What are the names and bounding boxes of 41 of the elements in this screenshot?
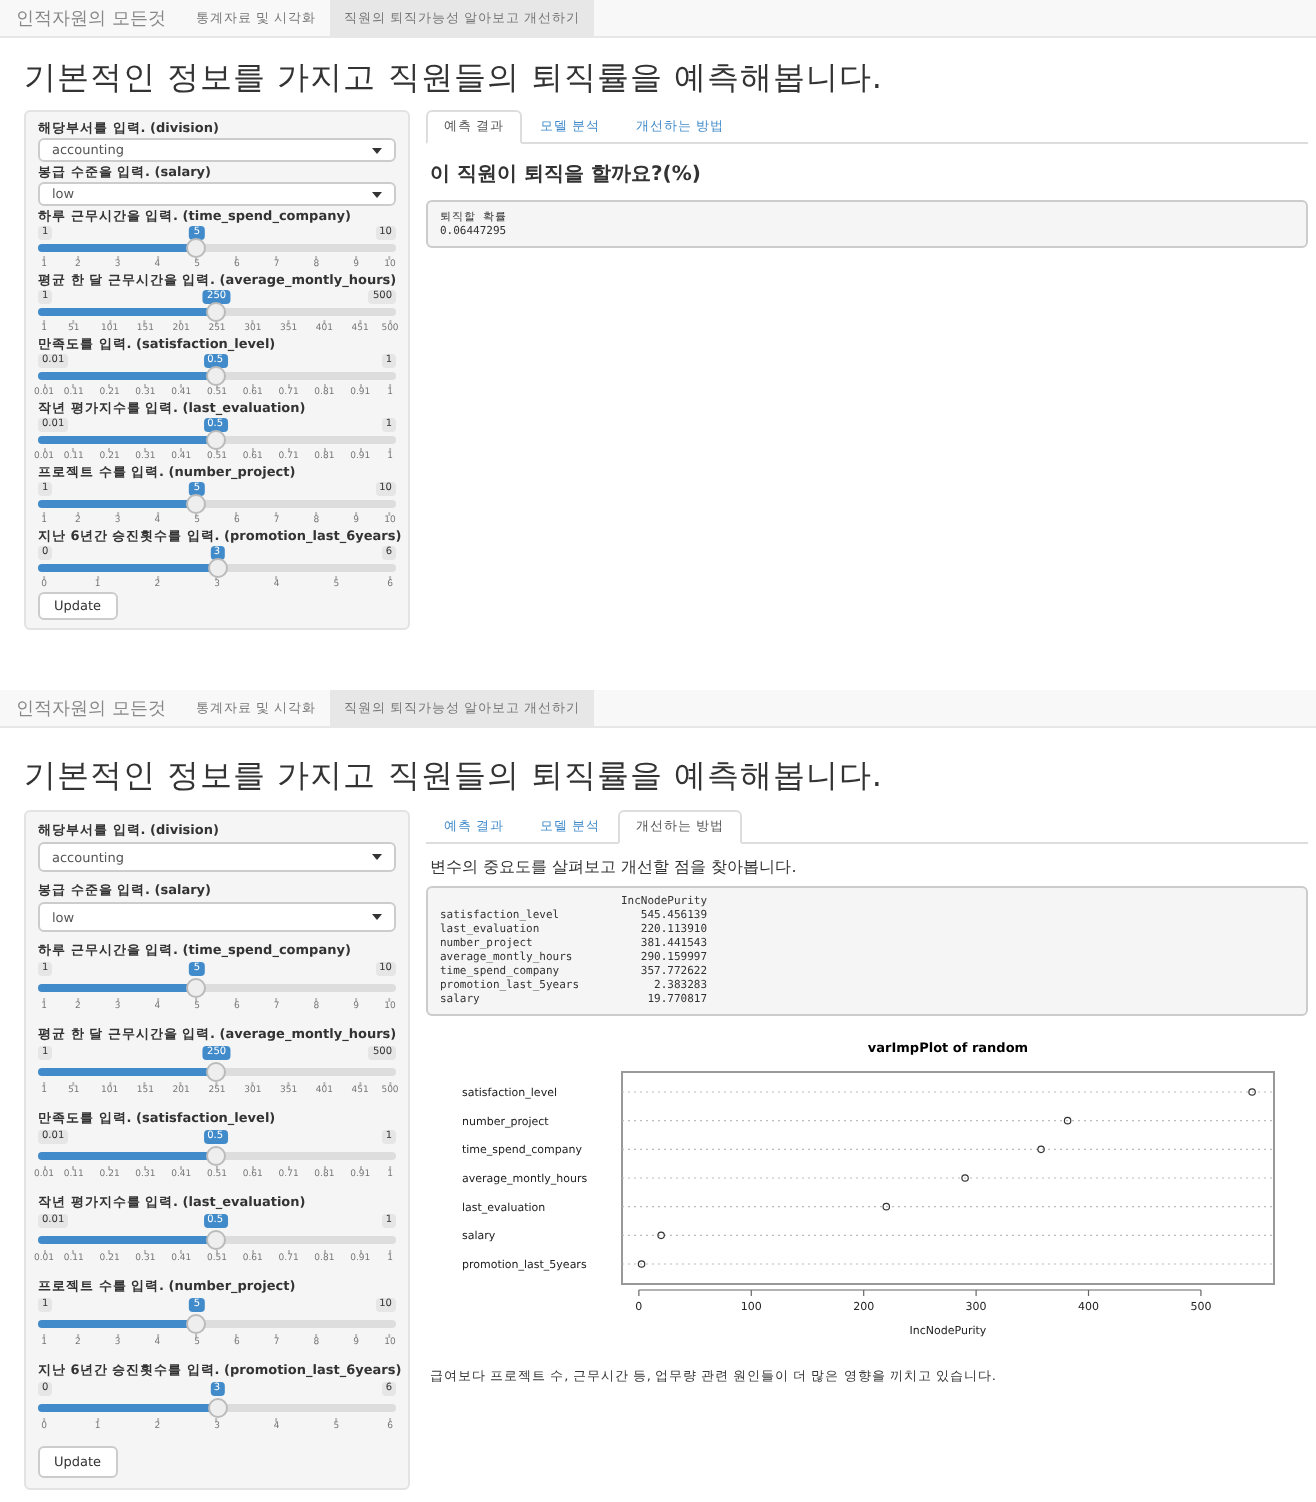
slider-track[interactable]: [38, 564, 396, 572]
slider-handle[interactable]: [186, 494, 207, 514]
slider-track[interactable]: [38, 500, 396, 508]
slider-handle[interactable]: [205, 366, 226, 386]
slider-track[interactable]: [38, 1152, 396, 1160]
slider-handle[interactable]: [205, 1146, 226, 1166]
slider-handle[interactable]: [207, 558, 227, 578]
data-point: [1063, 1116, 1072, 1125]
data-point: [1037, 1145, 1045, 1154]
slider-handle[interactable]: [206, 1062, 227, 1082]
intro-text: 변수의 중요도를 살펴보고 개선할 점을 찾아봅니다.: [430, 856, 799, 878]
slider-handle[interactable]: [186, 978, 207, 998]
slider-track[interactable]: [38, 436, 396, 444]
slider-handle[interactable]: [186, 238, 207, 258]
data-point: [882, 1202, 891, 1211]
slider-track[interactable]: [38, 1068, 396, 1076]
app-brand[interactable]: 인적자원의 모든것: [0, 0, 182, 36]
caret-icon: [372, 191, 382, 197]
result-title: 이 직원이 퇴직을 할까요?(%): [430, 162, 703, 188]
slider-track[interactable]: [38, 984, 396, 992]
slider-track[interactable]: [38, 372, 396, 380]
slider-track[interactable]: [38, 1404, 396, 1412]
slider-track[interactable]: [38, 308, 396, 316]
slider-track[interactable]: [38, 244, 396, 252]
caret-icon: [372, 854, 382, 860]
app-brand[interactable]: 인적자원의 모든것: [0, 690, 182, 726]
page-heading: 기본적인 정보를 가지고 직원들의 퇴직률을 예측해봅니다.: [24, 58, 886, 100]
slider-handle[interactable]: [207, 1398, 227, 1418]
slider-handle[interactable]: [186, 1314, 207, 1334]
slider-handle[interactable]: [205, 1230, 226, 1250]
page-heading: 기본적인 정보를 가지고 직원들의 퇴직률을 예측해봅니다.: [24, 756, 886, 798]
slider-handle[interactable]: [206, 302, 227, 322]
slider-handle[interactable]: [205, 430, 226, 450]
slider-track[interactable]: [38, 1236, 396, 1244]
data-point: [1248, 1088, 1256, 1096]
slider-track[interactable]: [38, 1320, 396, 1328]
caret-icon: [372, 147, 382, 153]
data-point: [657, 1231, 665, 1240]
caret-icon: [372, 914, 382, 920]
data-point: [961, 1174, 969, 1182]
data-point: [637, 1260, 646, 1268]
